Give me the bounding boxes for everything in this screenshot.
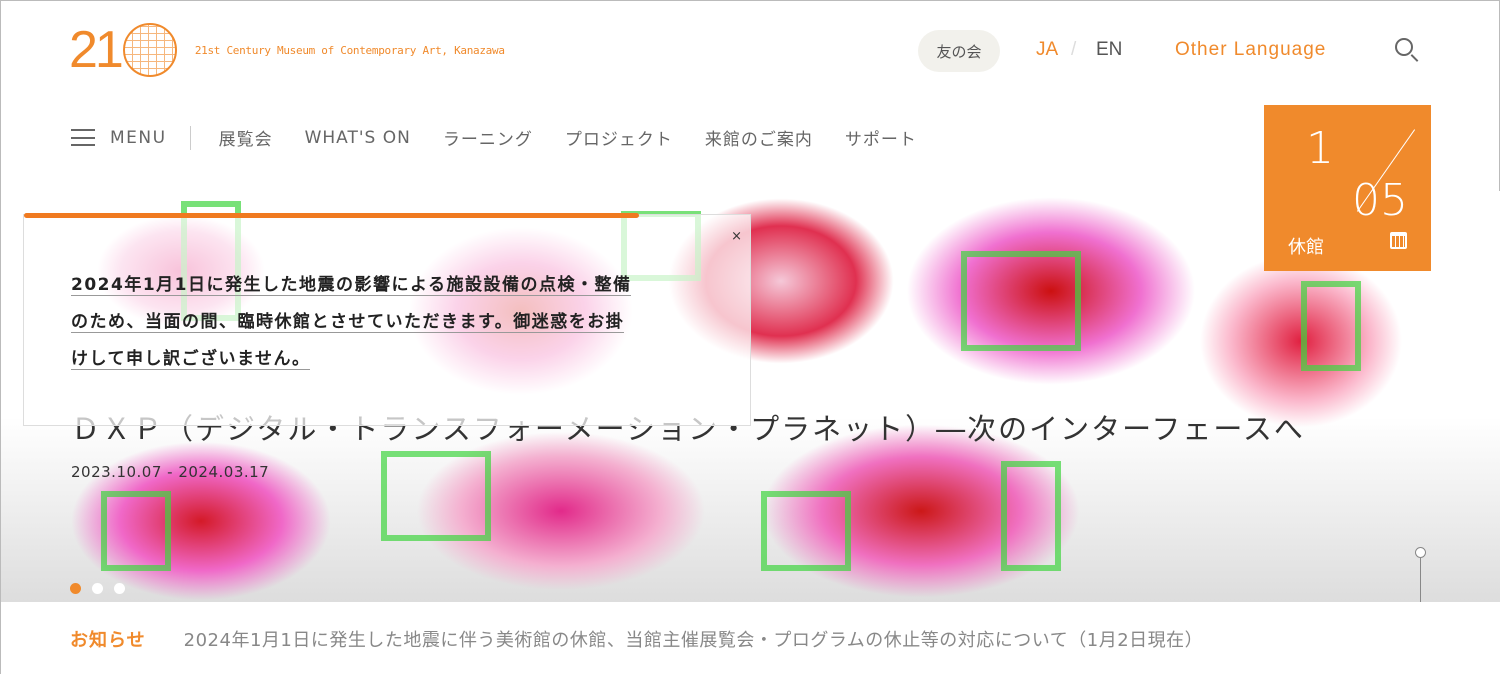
news-label: お知らせ	[70, 629, 146, 651]
date-day: 05	[1352, 175, 1408, 226]
main-nav: MENU 展覧会 WHAT'S ON ラーニング プロジェクト 来館のご案内 サ…	[71, 125, 949, 150]
lang-ja[interactable]: JA	[1036, 39, 1058, 61]
logo-number: 21	[69, 21, 124, 79]
other-language-link[interactable]: Other Language	[1175, 39, 1326, 61]
notice-line[interactable]: 2024年1月1日に発生した地震の影響による施設設備の点検・整備	[71, 275, 632, 296]
news-link[interactable]: 2024年1月1日に発生した地震に伴う美術館の休館、当館主催展覧会・プログラムの…	[184, 626, 1204, 652]
notice-progress-bar	[24, 213, 639, 218]
lang-separator: /	[1071, 39, 1077, 60]
slide-indicators	[70, 583, 125, 594]
museum-logo[interactable]: 21 21st Century Museum of Contemporary A…	[69, 23, 505, 77]
close-icon[interactable]: ×	[731, 229, 742, 244]
nav-divider	[189, 125, 191, 150]
calendar-icon[interactable]	[1390, 232, 1407, 249]
notice-line[interactable]: けして申し訳ございません。	[71, 349, 311, 370]
hero-art-shape	[961, 251, 1081, 351]
exhibition-dates: 2023.10.07 - 2024.03.17	[71, 463, 270, 481]
lang-en[interactable]: EN	[1096, 39, 1122, 61]
date-month: 1	[1306, 123, 1334, 174]
nav-item-support[interactable]: サポート	[845, 125, 917, 150]
hero-art-shape	[1001, 461, 1061, 571]
nav-item-whats-on[interactable]: WHAT'S ON	[305, 128, 411, 148]
hero-art-shape	[101, 491, 171, 571]
news-bar: お知らせ 2024年1月1日に発生した地震に伴う美術館の休館、当館主催展覧会・プ…	[1, 602, 1500, 675]
search-icon[interactable]	[1395, 38, 1413, 56]
nav-item-projects[interactable]: プロジェクト	[565, 125, 673, 150]
scroll-indicator-icon	[1415, 547, 1426, 558]
nav-item-visit[interactable]: 来館のご案内	[705, 125, 813, 150]
hero-art-shape	[1301, 281, 1361, 371]
menu-button[interactable]: MENU	[110, 128, 167, 148]
hero-art-shape	[761, 491, 851, 571]
menu-icon[interactable]	[71, 129, 95, 146]
hero-art-shape	[381, 451, 491, 541]
nav-item-exhibitions[interactable]: 展覧会	[219, 125, 273, 150]
slide-dot[interactable]	[92, 583, 103, 594]
logo-name: 21st Century Museum of Contemporary Art,…	[194, 43, 505, 57]
today-status-box[interactable]: 1 05 休館	[1264, 105, 1431, 271]
slide-dot[interactable]	[70, 583, 81, 594]
slide-dot[interactable]	[114, 583, 125, 594]
nav-item-learning[interactable]: ラーニング	[443, 125, 533, 150]
closure-notice-popup: × 2024年1月1日に発生した地震の影響による施設設備の点検・整備 のため、当…	[23, 213, 751, 426]
members-button[interactable]: 友の会	[918, 30, 1000, 72]
closed-status: 休館	[1288, 237, 1324, 258]
logo-emblem-icon	[122, 23, 177, 77]
scroll-indicator-line	[1420, 558, 1421, 602]
notice-line[interactable]: のため、当面の間、臨時休館とさせていただきます。御迷惑をお掛	[71, 312, 625, 333]
